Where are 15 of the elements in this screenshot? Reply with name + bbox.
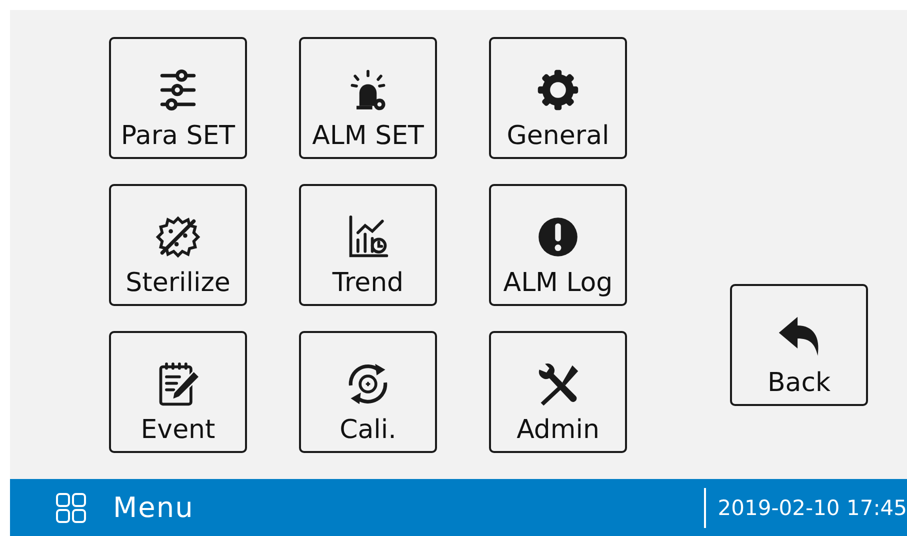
grid-icon bbox=[55, 492, 87, 524]
back-button[interactable]: Back bbox=[730, 284, 868, 406]
gear-icon bbox=[535, 67, 581, 113]
menu-button[interactable]: Admin bbox=[489, 331, 627, 453]
sterilize-icon bbox=[155, 214, 201, 260]
menu-button[interactable]: General bbox=[489, 37, 627, 159]
screen-title: Menu bbox=[113, 491, 194, 524]
menu-button[interactable]: Cali. bbox=[299, 331, 437, 453]
menu-button[interactable]: Para SET bbox=[109, 37, 247, 159]
menu-button[interactable]: Trend bbox=[299, 184, 437, 306]
date-time: 2019-02-10 17:45 bbox=[718, 496, 907, 520]
menu-button[interactable]: ALM SET bbox=[299, 37, 437, 159]
menu-button[interactable]: Event bbox=[109, 331, 247, 453]
menu-button[interactable]: ALM Log bbox=[489, 184, 627, 306]
menu-button[interactable]: Sterilize bbox=[109, 184, 247, 306]
